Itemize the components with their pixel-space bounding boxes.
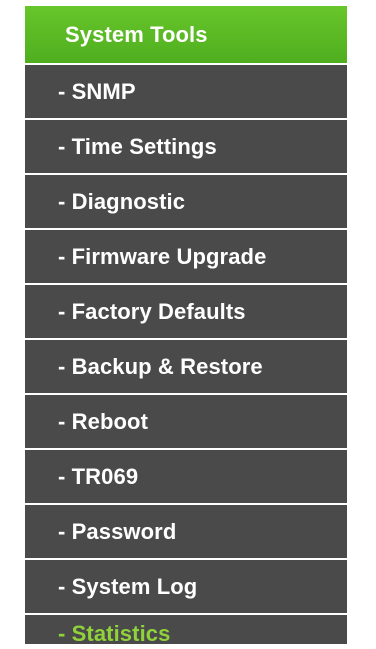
menu-item-statistics[interactable]: - Statistics [25, 615, 347, 646]
menu-item-snmp[interactable]: - SNMP [25, 65, 347, 118]
menu-item-label: - Reboot [58, 408, 149, 434]
menu-item-label: - Diagnostic [58, 188, 186, 214]
menu-section-system-tools[interactable]: System Tools [25, 6, 347, 63]
menu-item-time-settings[interactable]: - Time Settings [25, 120, 347, 173]
menu-item-tr069[interactable]: - TR069 [25, 450, 347, 503]
system-tools-menu: System Tools - SNMP - Time Settings - Di… [25, 0, 347, 646]
menu-item-factory-defaults[interactable]: - Factory Defaults [25, 285, 347, 338]
menu-item-label: - SNMP [58, 78, 136, 104]
menu-item-label: - Firmware Upgrade [58, 243, 267, 269]
menu-item-reboot[interactable]: - Reboot [25, 395, 347, 448]
menu-item-label: - Factory Defaults [58, 298, 246, 324]
menu-item-label: - Statistics [58, 621, 171, 646]
menu-item-label: - Password [58, 518, 177, 544]
menu-item-label: - System Log [58, 573, 198, 599]
menu-item-diagnostic[interactable]: - Diagnostic [25, 175, 347, 228]
menu-item-system-log[interactable]: - System Log [25, 560, 347, 613]
section-title: System Tools [65, 21, 208, 47]
menu-item-backup-restore[interactable]: - Backup & Restore [25, 340, 347, 393]
menu-item-label: - Backup & Restore [58, 353, 263, 379]
side-navigation: System Tools - SNMP - Time Settings - Di… [0, 0, 376, 649]
menu-item-firmware-upgrade[interactable]: - Firmware Upgrade [25, 230, 347, 283]
menu-item-password[interactable]: - Password [25, 505, 347, 558]
menu-item-label: - TR069 [58, 463, 139, 489]
menu-item-label: - Time Settings [58, 133, 217, 159]
